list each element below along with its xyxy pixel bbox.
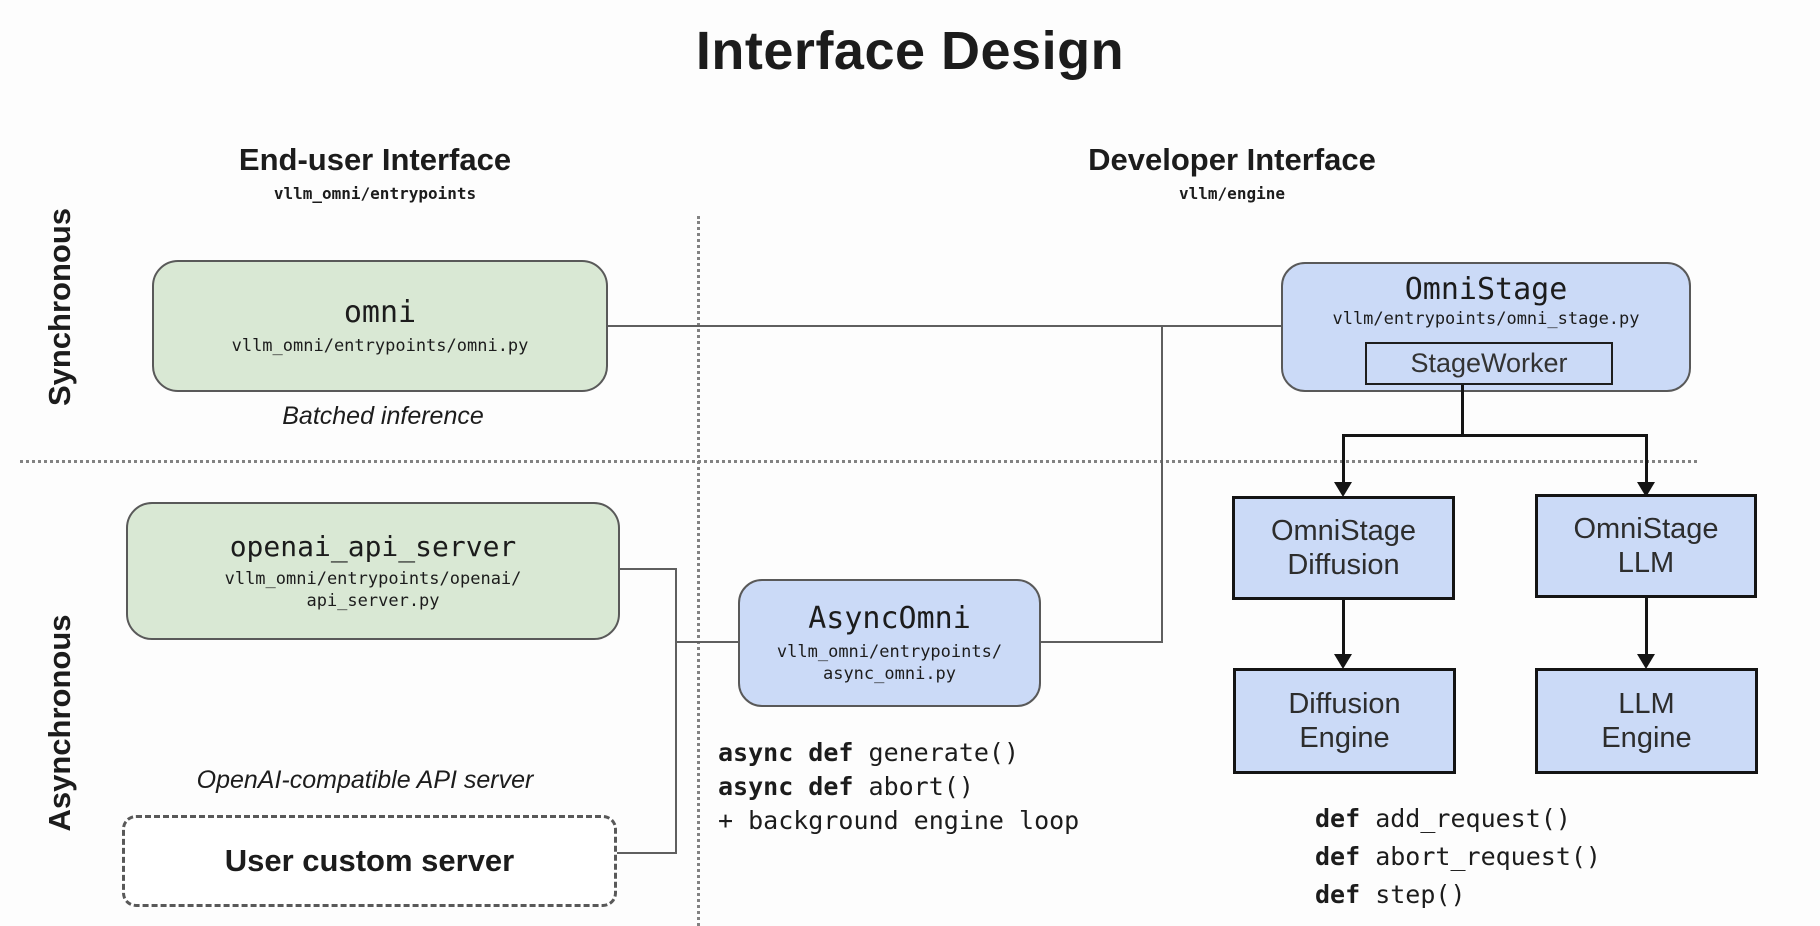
node-omni: omni vllm_omni/entrypoints/omni.py	[152, 260, 608, 392]
node-openai-path-line1: vllm_omni/entrypoints/openai/	[225, 568, 522, 590]
connector-usercustom-right	[617, 852, 677, 854]
connector-to-asyncomni-left	[675, 641, 738, 643]
arrow-into-diffusion-engine	[1334, 654, 1352, 669]
connector-openai-right	[618, 568, 676, 570]
developer-interface-subtitle: vllm/engine	[982, 184, 1482, 203]
caption-openai-compatible: OpenAI-compatible API server	[115, 766, 615, 795]
code-keyword: async def	[718, 772, 853, 801]
connector-vertical-left	[675, 568, 677, 854]
node-openai-path-line2: api_server.py	[306, 590, 439, 612]
node-diffusion-engine-line2: Engine	[1299, 721, 1389, 755]
code-line-abort-request: def abort_request()	[1315, 838, 1601, 876]
page-title: Interface Design	[0, 20, 1820, 82]
arrow-into-stage-diffusion	[1334, 482, 1352, 497]
caption-batched-inference: Batched inference	[153, 402, 613, 431]
node-omni-stage-llm-line2: LLM	[1618, 546, 1674, 580]
node-openai-title: openai_api_server	[230, 530, 517, 564]
row-label-asynchronous: Asynchronous	[42, 614, 78, 831]
arrow-line-diffusion	[1342, 600, 1345, 656]
node-llm-engine: LLM Engine	[1535, 668, 1758, 774]
code-keyword: def	[1315, 842, 1360, 871]
node-user-custom-server: User custom server	[122, 815, 617, 907]
node-stage-worker: StageWorker	[1365, 342, 1613, 385]
arrow-line-llm	[1645, 598, 1648, 656]
node-diffusion-engine-line1: Diffusion	[1288, 687, 1400, 721]
horizontal-divider	[20, 460, 1697, 463]
code-rest: + background engine loop	[718, 806, 1079, 835]
branch-stem	[1461, 385, 1464, 435]
interface-design-diagram: Interface Design End-user Interface vllm…	[0, 0, 1820, 926]
row-label-synchronous: Synchronous	[42, 208, 78, 406]
code-line-add-request: def add_request()	[1315, 800, 1601, 838]
developer-interface-title: Developer Interface	[982, 142, 1482, 178]
node-omni-stage-path: vllm/entrypoints/omni_stage.py	[1332, 308, 1639, 330]
code-rest: step()	[1360, 880, 1465, 909]
connector-omni-to-omnistage	[608, 325, 1282, 327]
node-omni-stage-diffusion-line1: OmniStage	[1271, 514, 1416, 548]
code-line-generate: async def generate()	[718, 736, 1079, 770]
node-async-omni: AsyncOmni vllm_omni/entrypoints/ async_o…	[738, 579, 1041, 707]
node-omni-title: omni	[344, 295, 416, 331]
vertical-divider	[697, 216, 700, 926]
code-block-async: async def generate() async def abort() +…	[718, 736, 1079, 838]
node-omni-stage-diffusion: OmniStage Diffusion	[1232, 496, 1455, 600]
end-user-interface-subtitle: vllm_omni/entrypoints	[125, 184, 625, 203]
code-block-engine-methods: def add_request() def abort_request() de…	[1315, 800, 1601, 914]
branch-right-vertical	[1645, 434, 1648, 484]
code-rest: add_request()	[1360, 804, 1571, 833]
node-async-omni-path-line1: vllm_omni/entrypoints/	[777, 641, 1002, 663]
code-keyword: def	[1315, 804, 1360, 833]
node-user-custom-server-label: User custom server	[225, 843, 515, 879]
connector-vertical-asyncomni	[1161, 325, 1163, 643]
node-llm-engine-line2: Engine	[1601, 721, 1691, 755]
node-stage-worker-label: StageWorker	[1410, 348, 1567, 379]
node-omni-stage-llm: OmniStage LLM	[1535, 494, 1757, 598]
branch-horizontal	[1343, 434, 1647, 437]
code-keyword: def	[1315, 880, 1360, 909]
node-async-omni-title: AsyncOmni	[808, 601, 971, 637]
node-llm-engine-line1: LLM	[1618, 687, 1674, 721]
code-keyword: async def	[718, 738, 853, 767]
code-line-step: def step()	[1315, 876, 1601, 914]
code-rest: generate()	[853, 738, 1019, 767]
branch-left-vertical	[1342, 434, 1345, 484]
node-omni-stage-diffusion-line2: Diffusion	[1287, 548, 1399, 582]
end-user-interface-header: End-user Interface vllm_omni/entrypoints	[125, 142, 625, 203]
node-async-omni-path-line2: async_omni.py	[823, 663, 956, 685]
arrow-into-llm-engine	[1637, 654, 1655, 669]
developer-interface-header: Developer Interface vllm/engine	[982, 142, 1482, 203]
node-omni-stage-llm-line1: OmniStage	[1573, 512, 1718, 546]
end-user-interface-title: End-user Interface	[125, 142, 625, 178]
code-line-background-loop: + background engine loop	[718, 804, 1079, 838]
code-rest: abort_request()	[1360, 842, 1601, 871]
code-line-abort: async def abort()	[718, 770, 1079, 804]
connector-asyncomni-right	[1041, 641, 1163, 643]
code-rest: abort()	[853, 772, 973, 801]
node-diffusion-engine: Diffusion Engine	[1233, 668, 1456, 774]
node-openai-api-server: openai_api_server vllm_omni/entrypoints/…	[126, 502, 620, 640]
node-omni-stage-title: OmniStage	[1405, 272, 1568, 308]
node-omni-path: vllm_omni/entrypoints/omni.py	[232, 335, 529, 357]
